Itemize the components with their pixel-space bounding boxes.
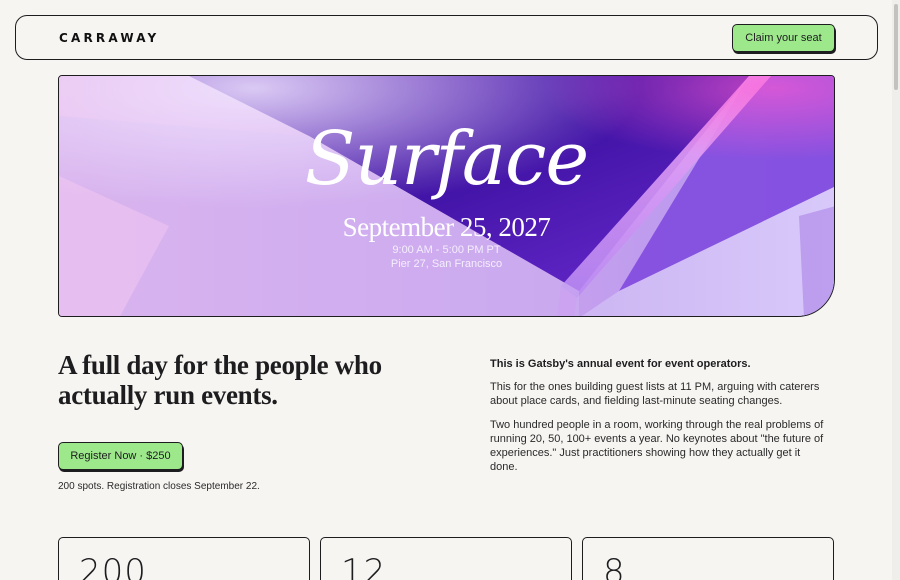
scrollbar-thumb[interactable] xyxy=(894,4,898,90)
stat-value: 12 xyxy=(341,552,387,580)
register-button[interactable]: Register Now · $250 xyxy=(58,442,183,470)
intro-paragraph-2: Two hundred people in a room, working th… xyxy=(490,419,824,473)
event-location: Pier 27, San Francisco xyxy=(390,258,503,270)
event-date: September 25, 2027 xyxy=(342,212,551,242)
hero-banner: Surface September 25, 2027 9:00 AM - 5:0… xyxy=(58,75,835,317)
intro-lead: This is Gatsby's annual event for event … xyxy=(490,358,751,370)
hero-content: Surface September 25, 2027 9:00 AM - 5:0… xyxy=(59,76,834,316)
intro-headline: A full day for the people who actually r… xyxy=(58,350,382,410)
intro-paragraph-1: This for the ones building guest lists a… xyxy=(490,381,820,407)
registration-note: 200 spots. Registration closes September… xyxy=(58,481,260,492)
event-time: 9:00 AM - 5:00 PM PT xyxy=(392,244,501,256)
stat-card: 200 xyxy=(58,537,310,580)
event-title: Surface xyxy=(304,116,589,202)
claim-seat-button[interactable]: Claim your seat xyxy=(732,23,835,52)
stat-value: 8 xyxy=(603,552,626,580)
brand-logo[interactable]: CARRAWAY xyxy=(59,31,159,45)
scrollbar-track[interactable] xyxy=(892,0,900,580)
stat-card: 8 xyxy=(582,537,834,580)
stat-value: 200 xyxy=(79,552,147,580)
top-nav: CARRAWAY Claim your seat xyxy=(15,15,878,60)
intro-description: This is Gatsby's annual event for event … xyxy=(490,357,830,484)
stat-card: 12 xyxy=(320,537,572,580)
